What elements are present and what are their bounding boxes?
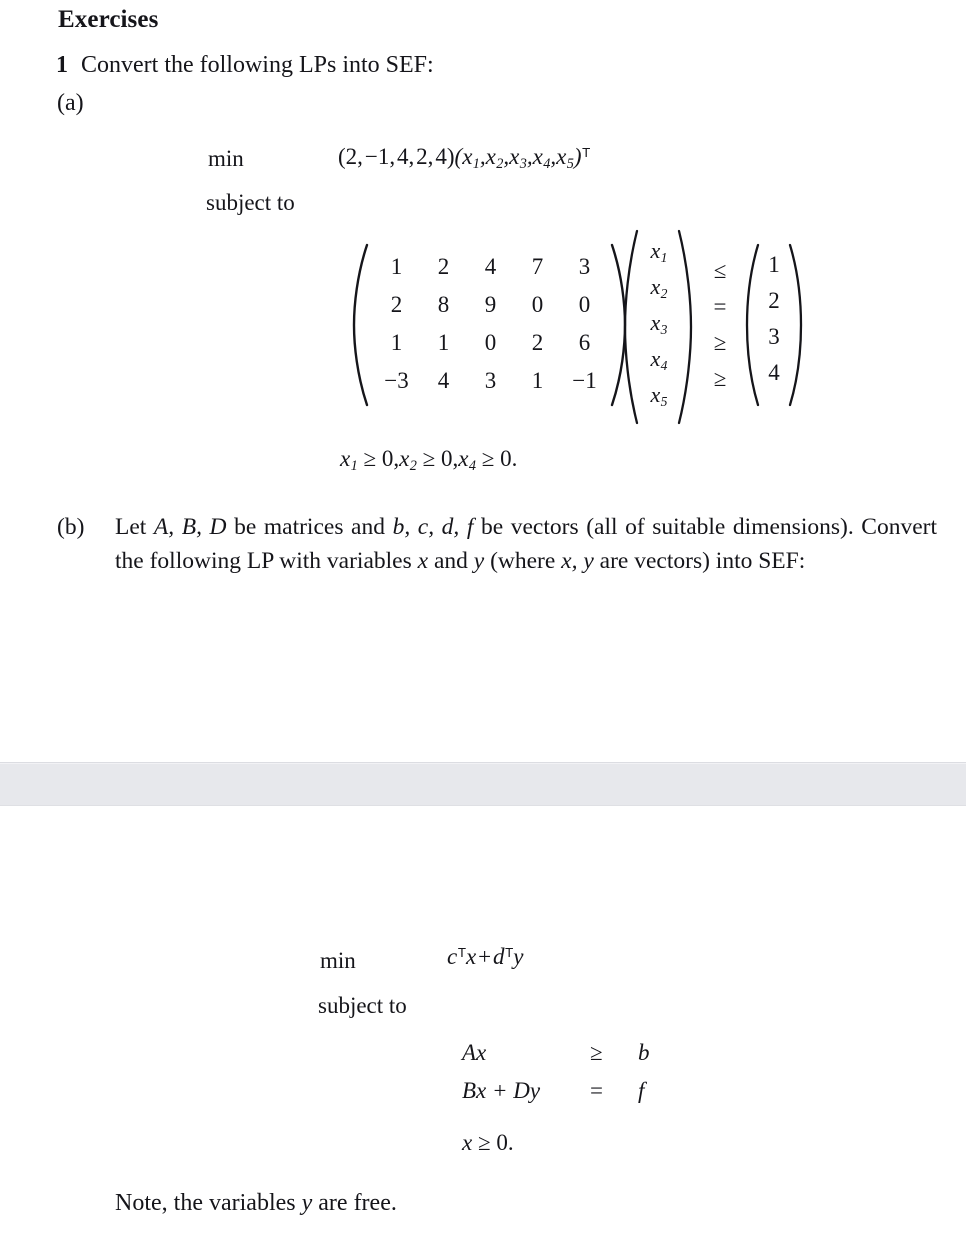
rhs-entry: 3 [768,324,780,349]
lp2-nonnegativity: x ≥ 0. [462,1130,514,1155]
matrix-cell: 2 [390,292,403,317]
variable-entry: x2 [650,274,668,301]
rhs-vector-entries: 1 2 3 4 [760,243,788,407]
matrix-cell: 2 [531,330,544,355]
lp1-variable-vector: (x1,x2,x3,x4,x5) [454,144,582,172]
variable-entry: x1 [650,238,668,265]
matrix-cell: 3 [484,368,497,393]
question-text: Convert the following LPs into SEF: [81,52,434,78]
constraint-relation: ≥ [590,1040,603,1065]
part-b-label: (b) [57,514,85,540]
lp2-objective-keyword: min [320,948,356,973]
lp1-subject-to-keyword: subject to [206,190,295,215]
variable-entry: x5 [650,382,668,409]
document-page: Exercises 1 Convert the following LPs int… [0,0,966,1235]
constraint-lhs: Ax [462,1040,487,1065]
right-paren-icon [677,229,693,425]
rhs-entry: 1 [768,252,780,277]
relation-symbol: ≥ [477,1130,491,1155]
lp1-objective-keyword: min [208,146,244,171]
matrix-cell: 8 [437,292,450,317]
lp1-constraint-system: 1 2 4 7 3 2 8 9 0 0 1 1 0 2 6 −3 4 3 1 −… [352,229,803,425]
constraint-rhs: f [638,1078,645,1103]
constraint-row: Bx + Dy = f [462,1078,650,1116]
part-a-label: (a) [57,90,84,116]
matrix-cell: 7 [531,254,544,279]
matrix-cell: 9 [484,292,497,317]
variable-vector: x1 x2 x3 x4 x5 [623,229,693,425]
relation-symbol: = [713,294,727,319]
matrix-cell: 2 [437,254,450,279]
relation-symbol: ≥ [713,366,727,391]
relation-symbol: ≥ [713,330,727,355]
question-line: 1 Convert the following LPs into SEF: [56,52,434,79]
part-b-block: (b) Let A, B, D be matrices and b, c, d,… [57,510,937,578]
matrix-cell: 1 [390,254,403,279]
rhs-vector: 1 2 3 4 [745,243,803,407]
matrix-cell: 6 [578,330,591,355]
relation-symbol: ≥ [481,446,495,471]
lp2-objective-expression: cTx + dTy [447,944,524,969]
lp2-constraint-list: Ax ≥ b Bx + Dy = f [462,1040,650,1116]
left-paren-icon [623,229,639,425]
coefficient-matrix: 1 2 4 7 3 2 8 9 0 0 1 1 0 2 6 −3 4 3 1 −… [352,243,627,407]
right-paren-icon [788,243,803,407]
matrix-cell: 0 [484,330,497,355]
lp1-nonnegativity: x1 ≥ 0,x2 ≥ 0,x4 ≥ 0. [340,446,518,474]
variable-entry: x3 [650,310,668,337]
rhs-entry: 4 [768,360,780,385]
lp2-subject-to-keyword: subject to [318,993,407,1018]
rhs-entry: 2 [768,288,780,313]
matrix-cell: 3 [578,254,591,279]
relation-symbol: ≥ [363,446,377,471]
closing-note: Note, the variables y are free. [115,1190,397,1216]
matrix-cell: 0 [531,292,544,317]
transpose-marker: T [582,145,591,161]
relation-symbol: ≥ [422,446,436,471]
variable-vector-entries: x1 x2 x3 x4 x5 [641,229,677,425]
matrix-cell: 0 [578,292,591,317]
matrix-cell: 1 [390,330,403,355]
matrix-grid: 1 2 4 7 3 2 8 9 0 0 1 1 0 2 6 −3 4 3 1 −… [369,243,610,407]
page-title: Exercises [58,6,159,33]
matrix-cell: 4 [484,254,497,279]
lp1-objective-expression: (2, −1, 4, 2, 4)(x1,x2,x3,x4,x5)T [338,144,590,173]
page-separator-band [0,762,966,806]
matrix-cell: 1 [531,368,544,393]
relation-symbol: ≤ [713,258,727,283]
transpose-marker: T [457,945,466,961]
left-paren-icon [352,243,369,407]
relation-column: ≤ = ≥ ≥ [707,253,733,397]
constraint-lhs: Bx + Dy [462,1078,541,1103]
matrix-cell: 4 [437,368,450,393]
variable-entry: x4 [650,346,668,373]
question-number: 1 [56,52,68,78]
constraint-row: Ax ≥ b [462,1040,650,1078]
matrix-cell: −3 [384,368,409,393]
lp1-cost-vector: (2, −1, 4, 2, 4) [338,144,455,169]
left-paren-icon [745,243,760,407]
constraint-rhs: b [638,1040,650,1065]
matrix-cell: −1 [572,368,597,393]
part-b-text: Let A, B, D be matrices and b, c, d, f b… [115,514,937,574]
constraint-relation: = [590,1078,603,1103]
matrix-cell: 1 [437,330,450,355]
